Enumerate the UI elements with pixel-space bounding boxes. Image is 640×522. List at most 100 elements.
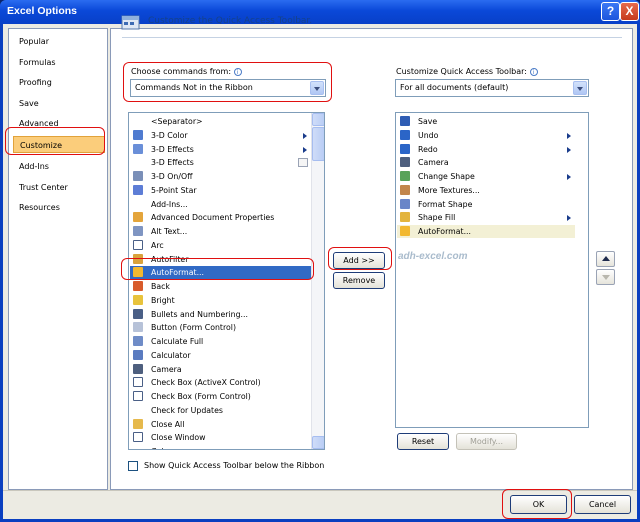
command-item[interactable]: Advanced Document Properties <box>130 211 311 224</box>
checkbox-icon <box>133 391 143 401</box>
scroll-thumb[interactable] <box>312 127 324 161</box>
command-item[interactable]: Colon <box>130 445 311 449</box>
qat-item-label: Format Shape <box>418 199 473 209</box>
command-item-label: Alt Text... <box>151 227 188 236</box>
nav-item-resources[interactable]: Resources <box>13 199 105 216</box>
camera-icon <box>400 157 410 168</box>
arc-icon <box>133 239 143 250</box>
close-button[interactable]: X <box>620 2 639 21</box>
command-item[interactable]: Calculate Full <box>130 335 311 348</box>
qat-item[interactable]: Change Shape <box>397 170 575 183</box>
show-below-ribbon-label[interactable]: Show Quick Access Toolbar below the Ribb… <box>144 461 324 470</box>
title-bar[interactable]: Excel Options ? X <box>0 0 640 24</box>
command-item[interactable]: <Separator> <box>130 115 311 128</box>
scroll-down-button[interactable] <box>312 436 324 449</box>
bullets-icon <box>133 308 143 319</box>
show-below-ribbon-checkbox[interactable] <box>128 461 138 471</box>
qat-item[interactable]: Shape Fill <box>397 211 575 224</box>
document-properties-icon <box>133 212 143 223</box>
alt-text-icon <box>133 226 143 236</box>
customize-qat-combo[interactable]: For all documents (default) <box>395 79 589 97</box>
command-item-label: Camera <box>151 364 182 374</box>
autoformat-icon <box>400 226 410 236</box>
qat-item[interactable]: Format Shape <box>397 198 575 211</box>
qat-item[interactable]: Redo <box>397 143 575 156</box>
command-item[interactable]: Check for Updates <box>130 404 311 417</box>
command-item-label: Check Box (ActiveX Control) <box>151 378 261 388</box>
command-item[interactable]: Close Window <box>130 431 311 444</box>
nav-item-add-ins[interactable]: Add-Ins <box>13 158 105 175</box>
qat-item[interactable]: Undo <box>397 129 575 142</box>
remove-button[interactable]: Remove <box>333 272 385 289</box>
command-item-label: Advanced Document Properties <box>151 213 275 223</box>
submenu-arrow-icon <box>567 174 571 180</box>
annotation-add <box>328 247 392 270</box>
command-item-label: Close Window <box>151 433 206 443</box>
command-item[interactable]: 3-D Color <box>130 129 311 142</box>
chevron-down-icon[interactable] <box>573 81 587 95</box>
qat-item[interactable]: More Textures... <box>397 184 575 197</box>
triangle-down-icon <box>602 275 610 280</box>
command-item[interactable]: 3-D Effects <box>130 143 311 156</box>
qat-item-label: More Textures... <box>418 185 480 195</box>
command-item[interactable]: Check Box (Form Control) <box>130 390 311 403</box>
qat-item-label: Change Shape <box>418 172 475 181</box>
info-icon: i <box>529 68 538 76</box>
change-shape-icon <box>400 171 410 181</box>
nav-item-formulas[interactable]: Formulas <box>13 54 105 71</box>
qat-item-label: Camera <box>418 158 449 168</box>
cube-toggle-icon <box>133 171 143 181</box>
command-item-label: <Separator> <box>151 117 203 126</box>
nav-item-proofing[interactable]: Proofing <box>13 74 105 91</box>
command-item[interactable]: Calculator <box>130 349 311 362</box>
window-title: Excel Options <box>7 5 78 17</box>
command-item-label: Back <box>151 282 170 291</box>
commands-scrollbar[interactable] <box>311 113 324 449</box>
format-shape-icon <box>400 198 410 209</box>
cancel-button[interactable]: Cancel <box>574 495 631 514</box>
move-up-button[interactable] <box>596 251 615 267</box>
move-down-button[interactable] <box>596 269 615 285</box>
qat-item-label: Undo <box>418 130 439 140</box>
submenu-arrow-icon <box>567 132 571 139</box>
nav-item-trust-center[interactable]: Trust Center <box>13 179 105 196</box>
command-item[interactable]: Check Box (ActiveX Control) <box>130 376 311 389</box>
star-icon <box>133 184 143 195</box>
command-item[interactable]: Camera <box>130 363 311 376</box>
command-item[interactable]: Bullets and Numbering... <box>130 308 311 321</box>
textures-icon <box>400 184 410 195</box>
qat-item[interactable]: Camera <box>397 156 575 169</box>
command-item[interactable]: Alt Text... <box>130 225 311 238</box>
annotation-autoformat <box>121 258 314 280</box>
qat-item[interactable]: AutoFormat... <box>397 225 575 238</box>
command-item[interactable]: Arc <box>130 239 311 252</box>
annotation-choose-commands <box>123 62 332 102</box>
customize-qat-value: For all documents (default) <box>400 83 509 92</box>
nav-item-popular[interactable]: Popular <box>13 33 105 50</box>
command-item[interactable]: 3-D On/Off <box>130 170 311 183</box>
scroll-up-button[interactable] <box>312 113 324 126</box>
quick-access-toolbar-icon <box>121 15 140 30</box>
qat-list[interactable]: Save Undo Redo Camera Change Shape More Textu… <box>395 112 589 428</box>
qat-item[interactable]: Save <box>397 115 575 128</box>
command-item[interactable]: Bright <box>130 294 311 307</box>
help-button[interactable]: ? <box>601 2 620 21</box>
nav-item-save[interactable]: Save <box>13 95 105 112</box>
command-item-label: 3-D On/Off <box>151 172 193 181</box>
submenu-arrow-icon <box>567 146 571 153</box>
command-item[interactable]: Add-Ins... <box>130 198 311 211</box>
submenu-arrow-icon <box>567 215 571 222</box>
modify-button[interactable]: Modify... <box>456 433 517 450</box>
panel-title: Customize the Quick Access Toolbar. <box>148 16 313 26</box>
dropdown-arrow-icon <box>298 158 308 168</box>
command-item[interactable]: 3-D Effects <box>130 156 311 169</box>
command-item-label: Button (Form Control) <box>151 323 236 333</box>
command-item[interactable]: Button (Form Control) <box>130 321 311 334</box>
commands-list[interactable]: <Separator> 3-D Color 3-D Effects 3-D Effec… <box>128 112 325 450</box>
command-item[interactable]: 5-Point Star <box>130 184 311 197</box>
customize-qat-text: Customize Quick Access Toolbar: <box>396 67 527 76</box>
command-item[interactable]: Back <box>130 280 311 293</box>
command-item[interactable]: Close All <box>130 418 311 431</box>
calculate-full-icon <box>133 336 143 346</box>
reset-button[interactable]: Reset <box>397 433 449 450</box>
